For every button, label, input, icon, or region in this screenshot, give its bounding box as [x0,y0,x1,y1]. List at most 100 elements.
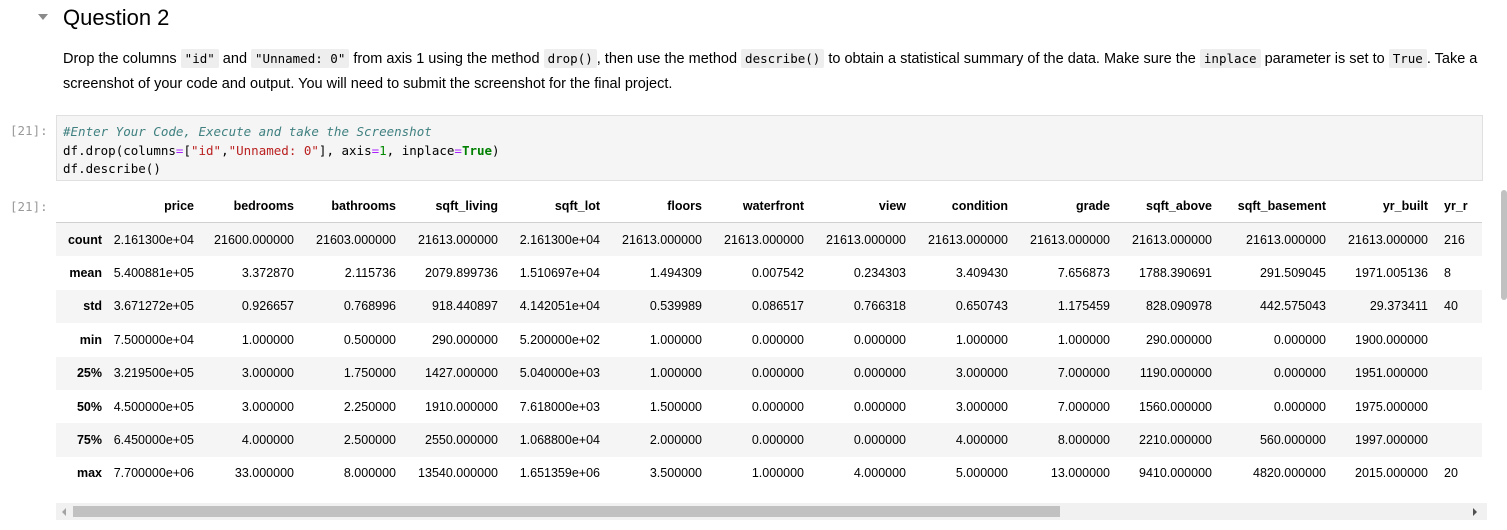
table-cell: 918.440897 [431,299,498,314]
column-header: view [804,190,906,223]
table-cell: 216 [1444,232,1465,247]
column-header [56,190,102,223]
table-cell: 2210.000000 [1139,433,1212,448]
table-cell [1428,357,1482,390]
table-cell: 1.510697e+04 [519,266,600,281]
table-cell: 2.500000 [343,433,396,448]
table-cell: 1.000000 [649,332,702,347]
table-cell: 4.000000 [955,433,1008,448]
table-cell: 0.000000 [853,332,906,347]
column-header: yr_r [1428,190,1482,223]
table-cell: 4.000000 [241,433,294,448]
table-cell: 21613.000000 [928,232,1008,247]
column-header: bedrooms [194,190,294,223]
table-cell: 7.500000e+04 [113,332,194,347]
table-cell: 3.372870 [241,266,294,281]
column-header: yr_built [1326,190,1428,223]
table-cell: 1190.000000 [1139,366,1212,381]
horizontal-scrollbar[interactable] [56,503,1487,520]
table-cell: 8 [1444,266,1451,281]
table-cell: 33.000000 [234,466,294,481]
table-cell: 1.000000 [649,366,702,381]
instruction-text: Drop the columns [63,51,181,67]
table-cell: 21613.000000 [622,232,702,247]
input-prompt: [21]: [10,123,48,138]
row-label: std [83,299,102,314]
column-header: waterfront [702,190,804,223]
arrow-right-icon[interactable] [1473,508,1477,516]
table-cell: 20 [1444,466,1458,481]
instructions-paragraph: Drop the columns "id" and "Unnamed: 0" f… [63,46,1483,97]
row-label: 25% [76,366,102,381]
table-cell: 0.768996 [343,299,396,314]
table-row: min 7.500000e+04 1.000000 0.500000 290.00000… [56,323,1482,356]
table-cell: 8.000000 [343,466,396,481]
inline-code: "Unnamed: 0" [251,49,350,68]
table-cell: 1.175459 [1057,299,1110,314]
table-cell: 3.000000 [241,366,294,381]
table-cell: 21613.000000 [1348,232,1428,247]
table-cell: 0.086517 [751,299,804,314]
column-header: condition [906,190,1008,223]
table-cell: 442.575043 [1259,299,1326,314]
table-cell: 0.650743 [955,299,1008,314]
row-label: 75% [76,433,102,448]
output-area: price bedrooms bathrooms sqft_living sqft_lo… [56,190,1487,497]
column-header: floors [600,190,702,223]
table-cell: 1997.000000 [1355,433,1428,448]
row-label: 50% [76,399,102,414]
vertical-scrollbar-thumb[interactable] [1501,190,1507,300]
table-cell: 21613.000000 [1030,232,1110,247]
table-cell: 13.000000 [1050,466,1110,481]
question-heading: Question 2 [63,5,170,30]
table-cell: 21613.000000 [1246,232,1326,247]
table-cell: 0.500000 [343,332,396,347]
arrow-left-icon[interactable] [62,508,66,516]
table-cell: 13540.000000 [418,466,498,481]
table-cell: 21603.000000 [316,232,396,247]
table-cell: 0.234303 [853,266,906,281]
column-header: price [102,190,194,223]
table-cell: 560.000000 [1259,433,1326,448]
row-label: min [79,332,102,347]
inline-code: inplace [1199,49,1261,68]
row-label: mean [69,266,102,281]
caret-down-icon[interactable] [38,14,48,20]
table-cell: 0.000000 [751,366,804,381]
table-cell: 7.618000e+03 [519,399,600,414]
table-cell: 8.000000 [1057,433,1110,448]
table-row: std 3.671272e+05 0.926657 0.768996 918.44089… [56,289,1482,324]
table-cell: 3.409430 [955,266,1008,281]
table-cell: 4820.000000 [1253,466,1326,481]
table-cell: 1.000000 [241,332,294,347]
table-cell: 828.090978 [1145,299,1212,314]
table-cell: 290.000000 [431,332,498,347]
table-row: count 2.161300e+04 21600.000000 21603.00000… [56,222,1482,257]
table-cell: 1.500000 [649,399,702,414]
table-cell: 0.926657 [241,299,294,314]
table-cell: 1900.000000 [1355,332,1428,347]
table-cell [1428,423,1482,456]
table-cell: 4.500000e+05 [113,399,194,414]
table-cell: 1.651359e+06 [519,466,600,481]
table-cell: 5.400881e+05 [113,266,194,281]
table-cell: 0.000000 [853,399,906,414]
table-cell: 3.000000 [241,399,294,414]
table-cell [1428,323,1482,356]
row-label: count [67,232,102,247]
table-cell: 2550.000000 [425,433,498,448]
table-cell: 21613.000000 [1132,232,1212,247]
column-header: sqft_lot [498,190,600,223]
table-cell: 5.000000 [955,466,1008,481]
scrollbar-thumb[interactable] [73,506,1060,517]
code-line-describe: df.describe() [63,161,161,176]
code-input-area[interactable]: #Enter Your Code, Execute and take the S… [56,115,1483,181]
table-cell: 0.000000 [853,433,906,448]
table-cell: 0.539989 [649,299,702,314]
table-cell: 1.000000 [751,466,804,481]
inline-code: True [1388,49,1427,68]
table-cell: 7.000000 [1057,399,1110,414]
code-comment: #Enter Your Code, Execute and take the S… [63,124,432,139]
inline-code: drop() [543,49,597,68]
table-cell: 7.656873 [1057,266,1110,281]
